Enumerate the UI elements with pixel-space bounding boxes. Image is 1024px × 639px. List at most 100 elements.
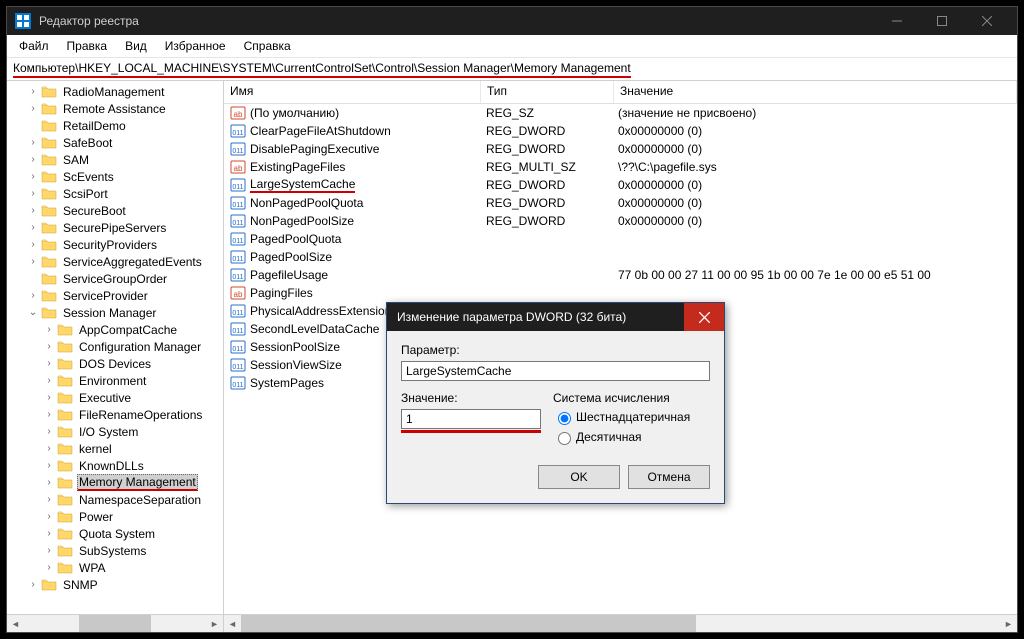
- radio-hex-input[interactable]: [558, 412, 571, 425]
- scroll-left-icon[interactable]: ◄: [7, 615, 24, 632]
- list-hscrollbar[interactable]: ◄ ►: [224, 614, 1017, 632]
- tree-item[interactable]: ›WPA: [7, 559, 223, 576]
- tree-item[interactable]: ›NamespaceSeparation: [7, 491, 223, 508]
- expand-icon[interactable]: ›: [43, 426, 55, 437]
- minimize-button[interactable]: [874, 7, 919, 35]
- value-row[interactable]: abExistingPageFilesREG_MULTI_SZ\??\C:\pa…: [224, 158, 1017, 176]
- tree-hscrollbar[interactable]: ◄ ►: [7, 614, 223, 632]
- menu-file[interactable]: Файл: [11, 37, 57, 55]
- value-name: PhysicalAddressExtension: [250, 304, 391, 318]
- value-row[interactable]: 011NonPagedPoolQuotaREG_DWORD0x00000000 …: [224, 194, 1017, 212]
- tree-item[interactable]: ›Quota System: [7, 525, 223, 542]
- value-row[interactable]: 011DisablePagingExecutiveREG_DWORD0x0000…: [224, 140, 1017, 158]
- value-input[interactable]: [401, 409, 541, 429]
- tree-item[interactable]: ›ScsiPort: [7, 185, 223, 202]
- tree-item[interactable]: ›Power: [7, 508, 223, 525]
- expand-icon[interactable]: ›: [43, 528, 55, 539]
- expand-icon[interactable]: ›: [27, 188, 39, 199]
- radio-hex[interactable]: Шестнадцатеричная: [553, 409, 710, 425]
- expand-icon[interactable]: ›: [43, 443, 55, 454]
- dialog-close-button[interactable]: [684, 303, 724, 331]
- expand-icon[interactable]: ›: [27, 579, 39, 590]
- value-row[interactable]: 011ClearPageFileAtShutdownREG_DWORD0x000…: [224, 122, 1017, 140]
- expand-icon[interactable]: ›: [43, 545, 55, 556]
- cancel-button[interactable]: Отмена: [628, 465, 710, 489]
- menu-edit[interactable]: Правка: [59, 37, 116, 55]
- expand-icon[interactable]: ›: [43, 324, 55, 335]
- expand-icon[interactable]: ›: [27, 222, 39, 233]
- expand-icon[interactable]: ›: [27, 137, 39, 148]
- column-type[interactable]: Тип: [481, 81, 614, 103]
- value-row[interactable]: 011PagedPoolQuota: [224, 230, 1017, 248]
- expand-icon[interactable]: ›: [43, 392, 55, 403]
- expand-icon[interactable]: ›: [43, 494, 55, 505]
- tree-item[interactable]: ›Memory Management: [7, 474, 223, 491]
- radio-dec[interactable]: Десятичная: [553, 429, 710, 445]
- tree-item[interactable]: ›SubSystems: [7, 542, 223, 559]
- menu-favorites[interactable]: Избранное: [157, 37, 234, 55]
- expand-icon[interactable]: ›: [43, 375, 55, 386]
- param-input[interactable]: [401, 361, 710, 381]
- menu-help[interactable]: Справка: [236, 37, 299, 55]
- column-value[interactable]: Значение: [614, 81, 1017, 103]
- tree-item[interactable]: ›I/O System: [7, 423, 223, 440]
- tree-item[interactable]: ›SafeBoot: [7, 134, 223, 151]
- tree-item[interactable]: RetailDemo: [7, 117, 223, 134]
- scroll-thumb[interactable]: [241, 615, 696, 632]
- maximize-button[interactable]: [919, 7, 964, 35]
- value-row[interactable]: 011PagedPoolSize: [224, 248, 1017, 266]
- tree-item[interactable]: ›SNMP: [7, 576, 223, 593]
- menu-view[interactable]: Вид: [117, 37, 155, 55]
- tree-item[interactable]: ›SecurityProviders: [7, 236, 223, 253]
- value-row[interactable]: abPagingFiles: [224, 284, 1017, 302]
- tree-item[interactable]: ›SecureBoot: [7, 202, 223, 219]
- tree-item[interactable]: ›ScEvents: [7, 168, 223, 185]
- scroll-right-icon[interactable]: ►: [1000, 615, 1017, 632]
- tree-item[interactable]: ›FileRenameOperations: [7, 406, 223, 423]
- expand-icon[interactable]: ›: [27, 103, 39, 114]
- expand-icon[interactable]: ›: [43, 511, 55, 522]
- scroll-right-icon[interactable]: ►: [206, 615, 223, 632]
- tree-item[interactable]: ›ServiceAggregatedEvents: [7, 253, 223, 270]
- tree-item[interactable]: ›AppCompatCache: [7, 321, 223, 338]
- scroll-left-icon[interactable]: ◄: [224, 615, 241, 632]
- expand-icon[interactable]: ›: [43, 358, 55, 369]
- value-row[interactable]: ab(По умолчанию)REG_SZ(значение не присв…: [224, 104, 1017, 122]
- tree-item[interactable]: ›Configuration Manager: [7, 338, 223, 355]
- expand-icon[interactable]: ›: [43, 341, 55, 352]
- close-button[interactable]: [964, 7, 1009, 35]
- expand-icon[interactable]: ›: [27, 154, 39, 165]
- tree-item[interactable]: ›KnownDLLs: [7, 457, 223, 474]
- expand-icon[interactable]: ›: [27, 86, 39, 97]
- tree-item[interactable]: ›RadioManagement: [7, 83, 223, 100]
- titlebar[interactable]: Редактор реестра: [7, 7, 1017, 35]
- tree-item[interactable]: ›Executive: [7, 389, 223, 406]
- expand-icon[interactable]: ›: [43, 409, 55, 420]
- tree-item[interactable]: ›Remote Assistance: [7, 100, 223, 117]
- radio-dec-input[interactable]: [558, 432, 571, 445]
- expand-icon[interactable]: ›: [27, 239, 39, 250]
- value-row[interactable]: 011LargeSystemCacheREG_DWORD0x00000000 (…: [224, 176, 1017, 194]
- value-row[interactable]: 011PagefileUsage77 0b 00 00 27 11 00 00 …: [224, 266, 1017, 284]
- expand-icon[interactable]: ›: [27, 171, 39, 182]
- tree-item[interactable]: ›ServiceProvider: [7, 287, 223, 304]
- ok-button[interactable]: OK: [538, 465, 620, 489]
- expand-icon[interactable]: ›: [43, 562, 55, 573]
- tree-item[interactable]: ⌄Session Manager: [7, 304, 223, 321]
- expand-icon[interactable]: ›: [43, 477, 55, 488]
- tree-item[interactable]: ServiceGroupOrder: [7, 270, 223, 287]
- expand-icon[interactable]: ⌄: [27, 307, 39, 318]
- expand-icon[interactable]: ›: [27, 256, 39, 267]
- tree-item[interactable]: ›DOS Devices: [7, 355, 223, 372]
- expand-icon[interactable]: ›: [27, 205, 39, 216]
- tree-item[interactable]: ›SAM: [7, 151, 223, 168]
- tree-item[interactable]: ›SecurePipeServers: [7, 219, 223, 236]
- column-name[interactable]: Имя: [224, 81, 481, 103]
- scroll-thumb[interactable]: [79, 615, 152, 632]
- value-row[interactable]: 011NonPagedPoolSizeREG_DWORD0x00000000 (…: [224, 212, 1017, 230]
- address-bar[interactable]: Компьютер\HKEY_LOCAL_MACHINE\SYSTEM\Curr…: [7, 58, 1017, 81]
- expand-icon[interactable]: ›: [43, 460, 55, 471]
- tree-item[interactable]: ›kernel: [7, 440, 223, 457]
- expand-icon[interactable]: ›: [27, 290, 39, 301]
- tree-item[interactable]: ›Environment: [7, 372, 223, 389]
